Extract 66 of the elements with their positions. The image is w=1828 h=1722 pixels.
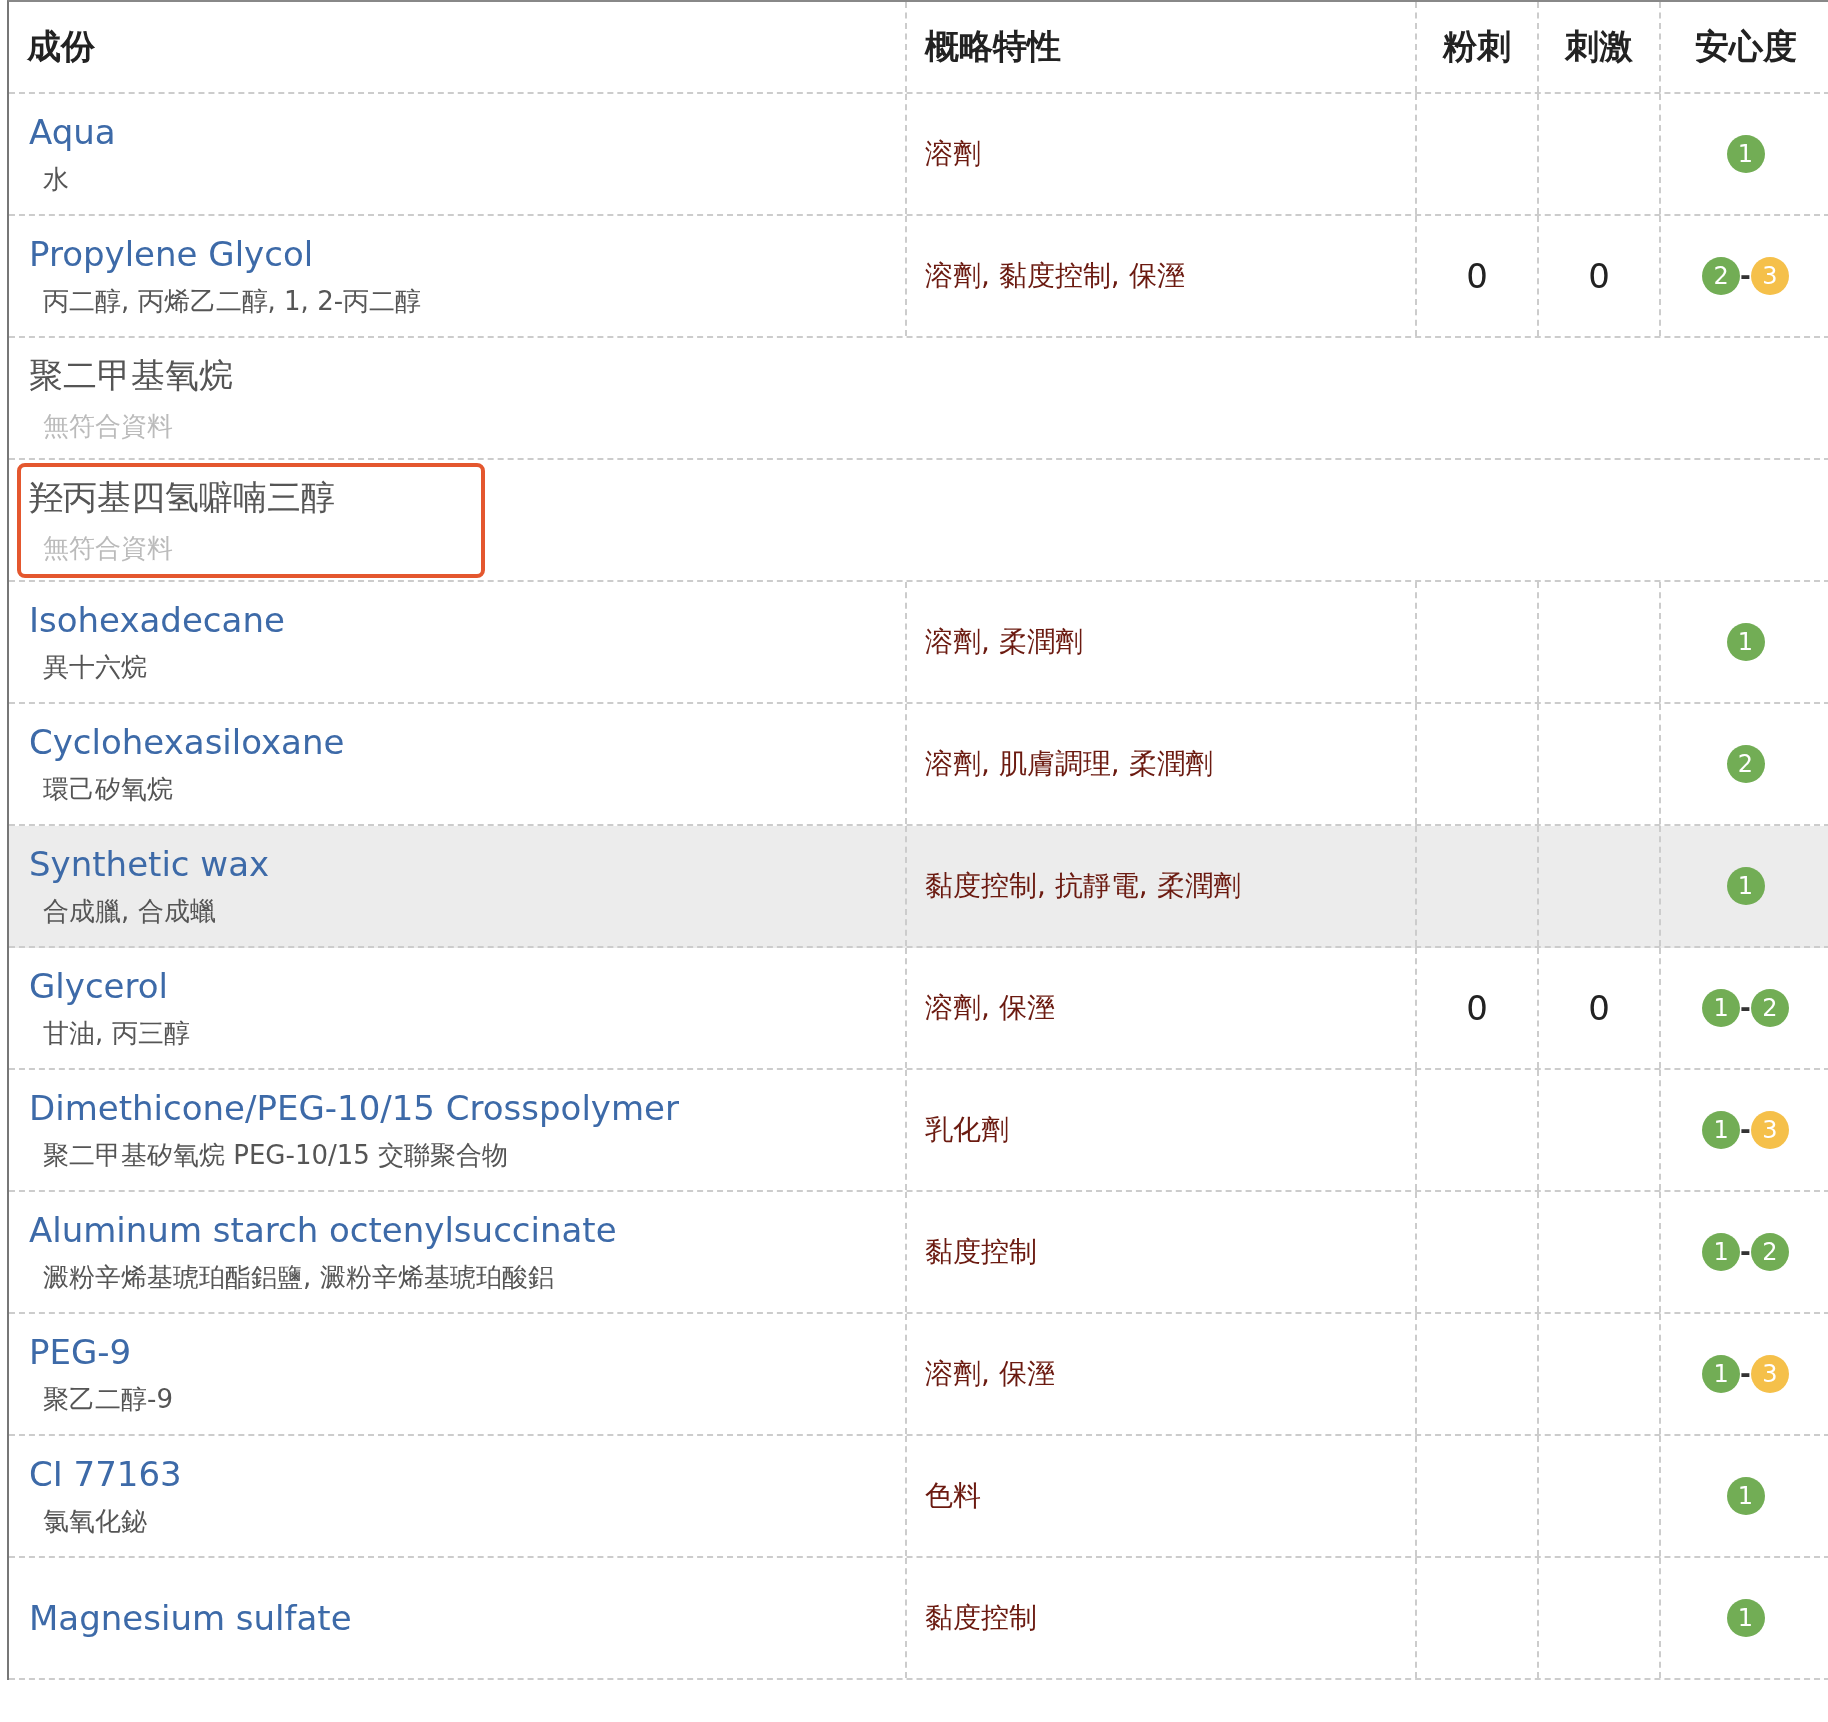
ingredient-link[interactable]: Aluminum starch octenylsuccinate: [29, 1209, 617, 1250]
ingredient-alias: 甘油, 丙三醇: [42, 1016, 190, 1050]
safety-badge: 3: [1750, 1355, 1789, 1393]
range-dash: -: [1740, 1359, 1751, 1389]
property-text: 溶劑, 柔潤劑: [925, 624, 1083, 660]
range-dash: -: [1740, 1115, 1751, 1145]
property-text: 溶劑: [925, 136, 981, 172]
ingredient-link[interactable]: Glycerol: [29, 965, 190, 1006]
acne-rating: 0: [1466, 988, 1488, 1028]
safety-badge: 1: [1702, 1355, 1741, 1393]
ingredient-alias: 聚二甲基矽氧烷 PEG-10/15 交聯聚合物: [42, 1138, 510, 1172]
ingredient-alias: 環己矽氧烷: [42, 772, 174, 806]
safety-badge: 3: [1750, 257, 1789, 295]
ingredient-alias: 氯氧化鉍: [42, 1504, 148, 1538]
ingredient-name: 羟丙基四氢噼喃三醇: [29, 475, 336, 519]
property-text: 黏度控制: [925, 1234, 1037, 1270]
acne-rating: 0: [1466, 256, 1488, 296]
safety-badge: 1: [1726, 867, 1765, 905]
ingredient-link[interactable]: CI 77163: [29, 1453, 182, 1494]
column-header: 概略特性: [925, 25, 1061, 68]
safety-badge: 2: [1726, 745, 1765, 783]
ingredient-name: 聚二甲基氧烷: [29, 353, 233, 397]
safety-badge: 2: [1750, 989, 1789, 1027]
safety-badge: 2: [1750, 1233, 1789, 1271]
range-dash: -: [1740, 261, 1751, 291]
property-text: 溶劑, 保溼: [925, 1356, 1055, 1392]
column-header: 刺激: [1565, 25, 1633, 68]
ingredient-alias: 無符合資料: [42, 409, 174, 443]
range-dash: -: [1740, 993, 1751, 1023]
property-text: 色料: [925, 1478, 981, 1514]
property-text: 黏度控制: [925, 1600, 1037, 1636]
ingredient-link[interactable]: PEG-9: [29, 1331, 173, 1372]
ingredient-alias: 異十六烷: [42, 650, 148, 684]
irritation-rating: 0: [1588, 256, 1610, 296]
safety-badge: 1: [1726, 1599, 1765, 1637]
ingredient-link[interactable]: Cyclohexasiloxane: [29, 721, 345, 762]
property-text: 溶劑, 保溼: [925, 990, 1055, 1026]
safety-badge: 3: [1750, 1111, 1789, 1149]
safety-badge: 1: [1726, 135, 1765, 173]
ingredient-link[interactable]: Propylene Glycol: [29, 233, 422, 274]
ingredient-link[interactable]: Magnesium sulfate: [29, 1598, 352, 1638]
safety-badge: 1: [1726, 1477, 1765, 1515]
ingredient-alias: 水: [42, 162, 70, 196]
ingredient-link[interactable]: Synthetic wax: [29, 843, 270, 884]
ingredient-alias: 無符合資料: [42, 531, 174, 565]
ingredient-alias: 聚乙二醇-9: [42, 1382, 173, 1416]
safety-badge: 1: [1702, 1111, 1741, 1149]
column-header: 成份: [27, 25, 95, 68]
ingredient-alias: 合成臘, 合成蠟: [42, 894, 217, 928]
property-text: 乳化劑: [925, 1112, 1009, 1148]
column-header: 安心度: [1694, 25, 1797, 68]
ingredient-alias: 丙二醇, 丙烯乙二醇, 1, 2-丙二醇: [42, 284, 422, 318]
safety-badge: 1: [1726, 623, 1765, 661]
irritation-rating: 0: [1588, 988, 1610, 1028]
ingredient-link[interactable]: Aqua: [29, 111, 116, 152]
property-text: 溶劑, 肌膚調理, 柔潤劑: [925, 746, 1213, 782]
range-dash: -: [1740, 1237, 1751, 1267]
ingredient-alias: 澱粉辛烯基琥珀酯鋁鹽, 澱粉辛烯基琥珀酸鋁: [42, 1260, 555, 1294]
ingredient-link[interactable]: Isohexadecane: [29, 599, 285, 640]
ingredient-link[interactable]: Dimethicone/PEG-10/15 Crosspolymer: [29, 1087, 679, 1128]
safety-badge: 1: [1702, 989, 1741, 1027]
safety-badge: 2: [1702, 257, 1741, 295]
property-text: 黏度控制, 抗靜電, 柔潤劑: [925, 868, 1241, 904]
column-header: 粉刺: [1443, 25, 1511, 68]
property-text: 溶劑, 黏度控制, 保溼: [925, 258, 1185, 294]
safety-badge: 1: [1702, 1233, 1741, 1271]
